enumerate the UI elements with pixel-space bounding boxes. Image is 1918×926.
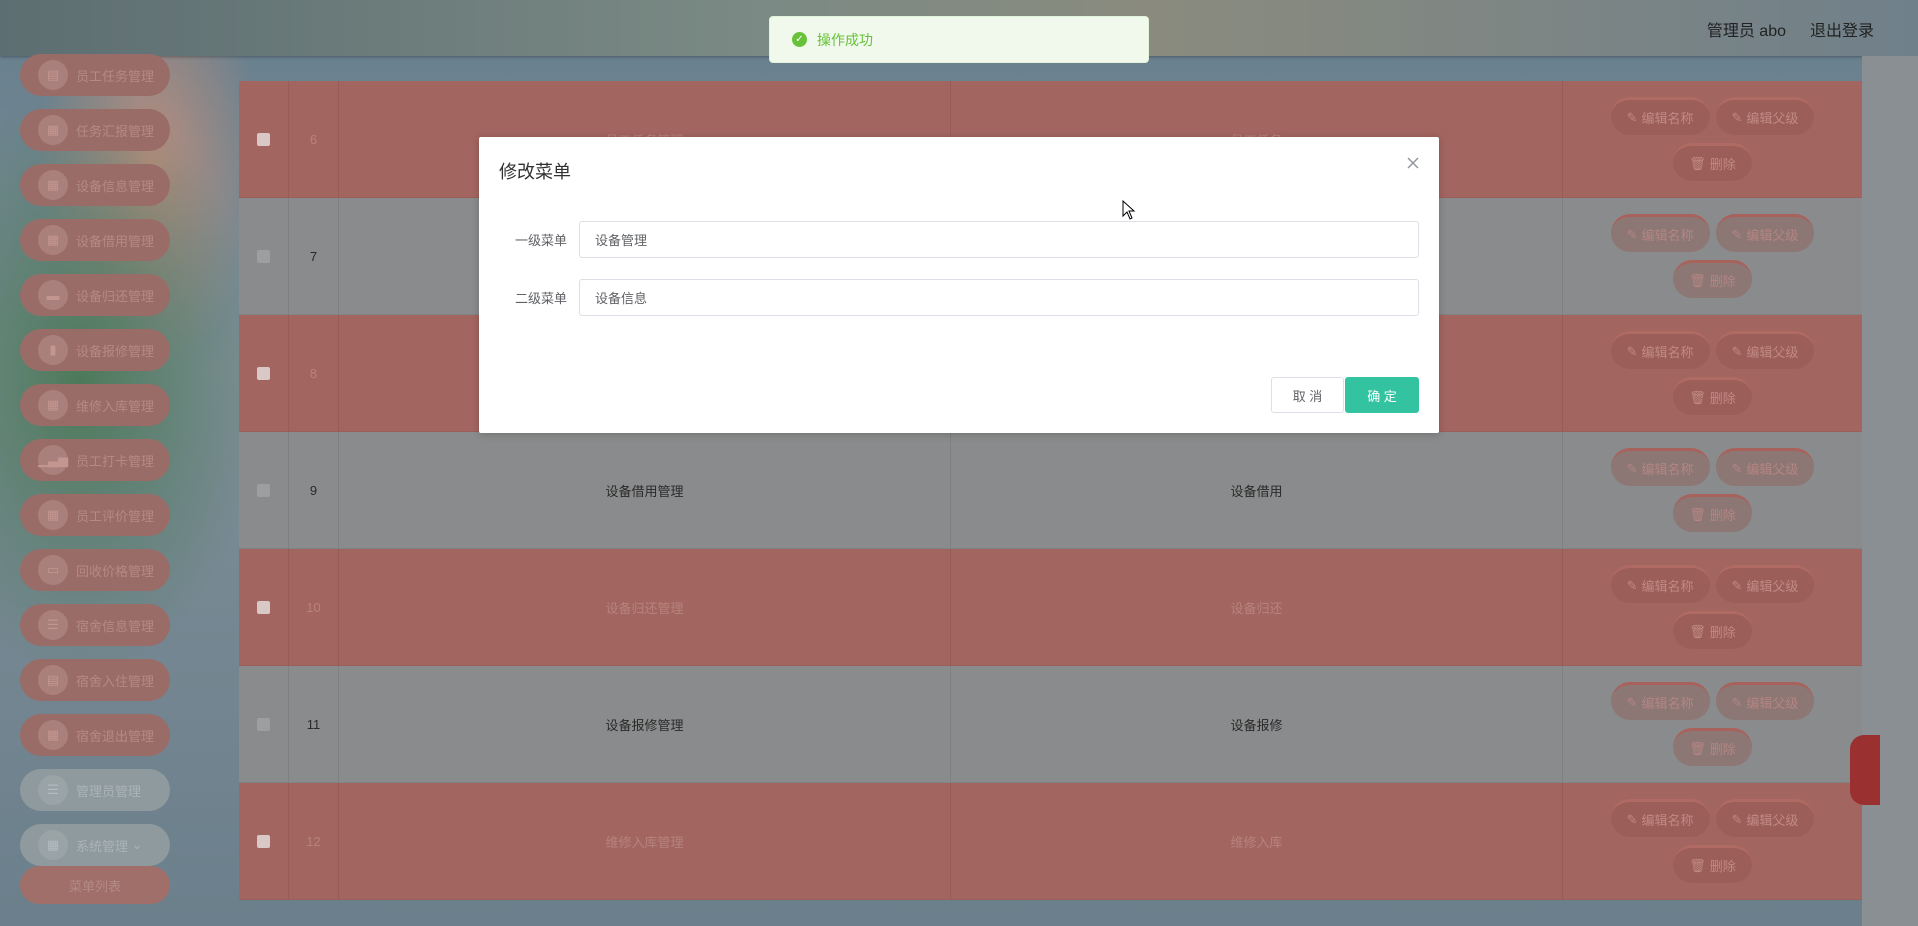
level1-label: 一级菜单 [514,233,567,248]
toast-message: 操作成功 [817,31,873,48]
level2-form-row: 二级菜单 [499,279,1419,316]
check-icon: ✓ [792,32,807,47]
level1-form-row: 一级菜单 [499,221,1419,258]
edit-menu-dialog: 修改菜单 一级菜单 二级菜单 取 消 确 定 [479,137,1439,433]
confirm-button[interactable]: 确 定 [1345,377,1419,413]
level1-input[interactable] [579,221,1419,258]
cancel-button[interactable]: 取 消 [1271,377,1344,413]
success-toast: ✓ 操作成功 [769,16,1149,63]
mouse-cursor-icon [1122,200,1136,220]
level2-input[interactable] [579,279,1419,316]
level2-label: 二级菜单 [514,291,567,306]
dialog-title: 修改菜单 [499,162,571,182]
close-icon[interactable] [1405,155,1421,171]
